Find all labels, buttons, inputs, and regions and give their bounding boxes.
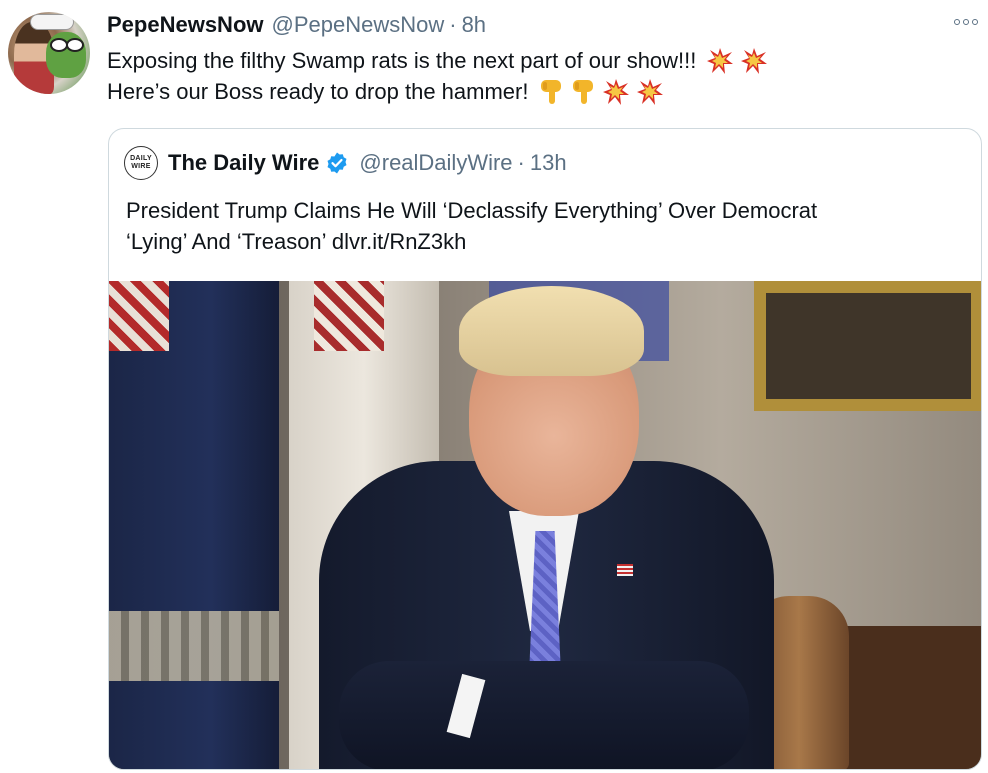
photo-person-arms [339, 661, 749, 769]
pointing-down-emoji-icon [538, 78, 564, 106]
quoted-tweet-timestamp[interactable]: 13h [530, 150, 567, 176]
verified-badge-icon [325, 151, 349, 175]
collision-emoji-icon [706, 47, 734, 75]
photo-flag-pin [617, 564, 633, 576]
photo-desk [834, 626, 981, 769]
tweet-text-line-2: Here’s our Boss ready to drop the hammer… [107, 76, 977, 107]
collision-emoji-icon [602, 78, 630, 106]
author-name[interactable]: PepeNewsNow [107, 12, 264, 38]
tweet-timestamp[interactable]: 8h [462, 12, 486, 38]
tweet-header: PepeNewsNow @PepeNewsNow · 8h [107, 12, 486, 40]
photo-painting-frame [754, 281, 981, 411]
tweet-text-line-2-content: Here’s our Boss ready to drop the hammer… [107, 79, 529, 104]
avatar-speech-bubble-graphic [30, 14, 74, 30]
tweet-line-1-emojis [706, 47, 768, 75]
tweet-line-2-emojis [538, 78, 664, 106]
tweet-text: Exposing the filthy Swamp rats is the ne… [107, 45, 977, 107]
quoted-tweet-photo[interactable] [109, 281, 981, 769]
quoted-author-name[interactable]: The Daily Wire [168, 150, 319, 176]
quoted-author-handle[interactable]: @realDailyWire [359, 150, 512, 176]
header-separator: · [449, 12, 457, 37]
quoted-tweet-header: DAILY WIRE The Daily Wire @realDailyWire… [124, 146, 567, 180]
quoted-header-separator: · [517, 150, 525, 175]
more-options-icon[interactable] [950, 12, 982, 32]
quoted-avatar-text-1: DAILY [130, 155, 152, 162]
quoted-tweet-text-line-2: ‘Lying’ And ‘Treason’ dlvr.it/RnZ3kh [126, 229, 467, 254]
author-avatar[interactable] [8, 12, 90, 94]
quoted-author-avatar[interactable]: DAILY WIRE [124, 146, 158, 180]
quoted-tweet-card[interactable]: DAILY WIRE The Daily Wire @realDailyWire… [108, 128, 982, 770]
tweet-text-line-1-content: Exposing the filthy Swamp rats is the ne… [107, 48, 697, 73]
photo-flag [109, 281, 279, 769]
quoted-tweet-text: President Trump Claims He Will ‘Declassi… [126, 195, 966, 257]
pointing-down-emoji-icon [570, 78, 596, 106]
collision-emoji-icon [740, 47, 768, 75]
tweet-text-line-1: Exposing the filthy Swamp rats is the ne… [107, 45, 977, 76]
quoted-tweet-text-line-1: President Trump Claims He Will ‘Declassi… [126, 198, 818, 223]
tweet: PepeNewsNow @PepeNewsNow · 8h Exposing t… [0, 0, 988, 773]
collision-emoji-icon [636, 78, 664, 106]
avatar-frog-graphic [46, 32, 86, 78]
quoted-avatar-text-2: WIRE [131, 163, 151, 170]
author-handle[interactable]: @PepeNewsNow [272, 12, 445, 38]
